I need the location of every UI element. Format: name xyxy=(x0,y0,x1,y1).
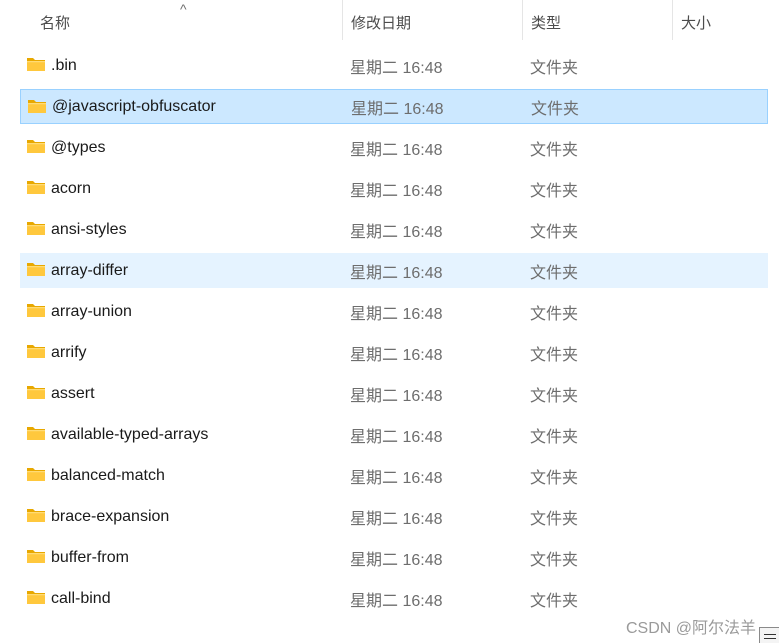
file-row[interactable]: buffer-from 星期二 16:48 文件夹 xyxy=(20,540,768,575)
details-view-icon[interactable] xyxy=(759,627,779,643)
folder-icon xyxy=(26,220,46,236)
folder-icon xyxy=(26,179,46,195)
file-modified-date: 星期二 16:48 xyxy=(350,223,443,241)
file-type: 文件夹 xyxy=(530,264,579,282)
file-name: assert xyxy=(51,384,95,402)
folder-icon xyxy=(26,138,46,154)
file-row[interactable]: balanced-match 星期二 16:48 文件夹 xyxy=(20,458,768,493)
file-row[interactable]: .bin 星期二 16:48 文件夹 xyxy=(20,48,768,83)
folder-icon xyxy=(26,425,46,441)
file-type: 文件夹 xyxy=(530,182,579,200)
file-type: 文件夹 xyxy=(530,510,579,528)
file-modified-date: 星期二 16:48 xyxy=(350,592,443,610)
file-row[interactable]: assert 星期二 16:48 文件夹 xyxy=(20,376,768,411)
file-row[interactable]: @javascript-obfuscator 星期二 16:48 文件夹 xyxy=(20,89,768,124)
file-row[interactable]: array-differ 星期二 16:48 文件夹 xyxy=(20,253,768,288)
watermark: CSDN @阿尔法羊 xyxy=(626,620,757,637)
file-name: @types xyxy=(51,138,106,156)
file-modified-date: 星期二 16:48 xyxy=(350,182,443,200)
file-row[interactable]: array-union 星期二 16:48 文件夹 xyxy=(20,294,768,329)
file-row[interactable]: @types 星期二 16:48 文件夹 xyxy=(20,130,768,165)
file-name: arrify xyxy=(51,343,87,361)
file-modified-date: 星期二 16:48 xyxy=(350,305,443,323)
file-name: ansi-styles xyxy=(51,220,127,238)
file-type: 文件夹 xyxy=(530,469,579,487)
file-type: 文件夹 xyxy=(530,428,579,446)
folder-icon xyxy=(26,261,46,277)
file-name: @javascript-obfuscator xyxy=(52,97,216,115)
file-row[interactable]: ansi-styles 星期二 16:48 文件夹 xyxy=(20,212,768,247)
file-row[interactable]: arrify 星期二 16:48 文件夹 xyxy=(20,335,768,370)
folder-icon xyxy=(26,589,46,605)
file-type: 文件夹 xyxy=(530,305,579,323)
column-header-type[interactable]: 类型 xyxy=(522,0,672,40)
file-modified-date: 星期二 16:48 xyxy=(350,387,443,405)
folder-icon xyxy=(27,98,47,114)
file-type: 文件夹 xyxy=(530,346,579,364)
file-modified-date: 星期二 16:48 xyxy=(350,141,443,159)
folder-icon xyxy=(26,548,46,564)
file-type: 文件夹 xyxy=(531,100,580,118)
file-row[interactable]: available-typed-arrays 星期二 16:48 文件夹 xyxy=(20,417,768,452)
folder-icon xyxy=(26,343,46,359)
folder-icon xyxy=(26,384,46,400)
file-name: array-union xyxy=(51,302,132,320)
file-modified-date: 星期二 16:48 xyxy=(350,510,443,528)
column-header: ^ 名称 修改日期 类型 大小 xyxy=(0,0,779,46)
folder-icon xyxy=(26,302,46,318)
file-type: 文件夹 xyxy=(530,387,579,405)
file-name: brace-expansion xyxy=(51,507,170,525)
file-type: 文件夹 xyxy=(530,592,579,610)
file-type: 文件夹 xyxy=(530,59,579,77)
file-modified-date: 星期二 16:48 xyxy=(350,428,443,446)
file-name: .bin xyxy=(51,56,77,74)
file-modified-date: 星期二 16:48 xyxy=(350,346,443,364)
file-row[interactable]: brace-expansion 星期二 16:48 文件夹 xyxy=(20,499,768,534)
file-type: 文件夹 xyxy=(530,223,579,241)
file-name: array-differ xyxy=(51,261,129,279)
file-name: acorn xyxy=(51,179,92,197)
column-header-date[interactable]: 修改日期 xyxy=(342,0,522,40)
file-name: call-bind xyxy=(51,589,111,607)
file-modified-date: 星期二 16:48 xyxy=(350,469,443,487)
file-row[interactable]: call-bind 星期二 16:48 文件夹 xyxy=(20,581,768,616)
file-name: balanced-match xyxy=(51,466,165,484)
file-modified-date: 星期二 16:48 xyxy=(350,59,443,77)
file-modified-date: 星期二 16:48 xyxy=(350,264,443,282)
column-header-size[interactable]: 大小 xyxy=(672,0,772,40)
file-modified-date: 星期二 16:48 xyxy=(350,551,443,569)
folder-icon xyxy=(26,56,46,72)
file-modified-date: 星期二 16:48 xyxy=(351,100,444,118)
file-type: 文件夹 xyxy=(530,141,579,159)
folder-icon xyxy=(26,466,46,482)
folder-icon xyxy=(26,507,46,523)
file-row[interactable]: acorn 星期二 16:48 文件夹 xyxy=(20,171,768,206)
file-name: available-typed-arrays xyxy=(51,425,209,443)
file-name: buffer-from xyxy=(51,548,129,566)
column-header-name[interactable]: 名称 xyxy=(32,0,342,40)
file-type: 文件夹 xyxy=(530,551,579,569)
